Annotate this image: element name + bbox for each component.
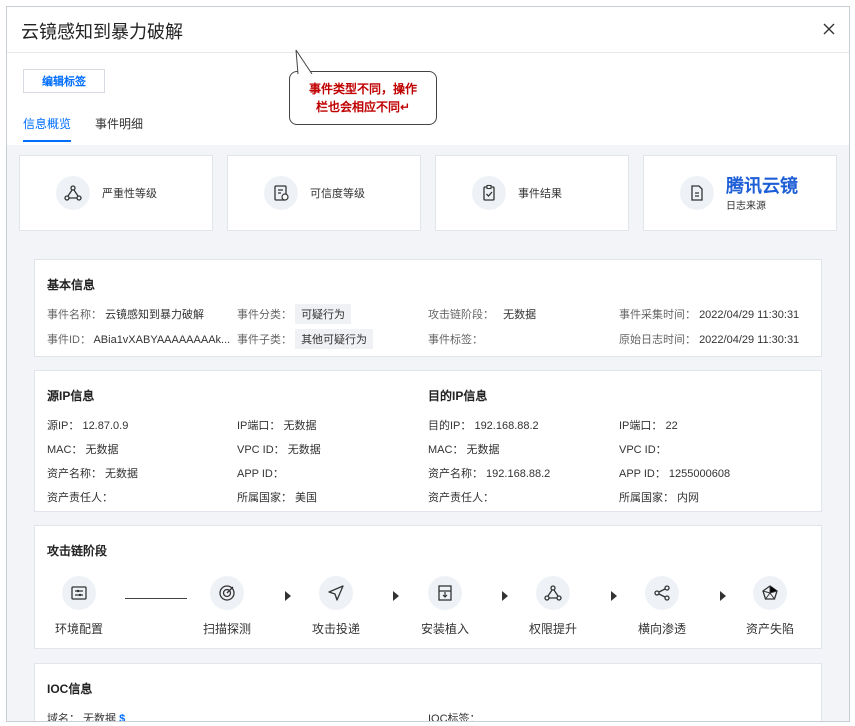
src-mac: MAC： 无数据 [47, 444, 119, 456]
severity-icon [56, 176, 90, 210]
install-icon [428, 576, 462, 610]
close-icon[interactable] [819, 19, 839, 39]
stage-label: 安装植入 [420, 622, 469, 636]
severity-label: 严重性等级 [102, 188, 157, 200]
stage-label: 资产失陷 [745, 622, 794, 636]
log-time: 原始日志时间： 2022/04/29 11:30:31 [619, 334, 800, 346]
dst-port: IP端口： 22 [619, 420, 678, 432]
tab-event-detail[interactable]: 事件明细 [95, 115, 143, 142]
share-icon [645, 576, 679, 610]
dst-vpc: VPC ID： [619, 444, 667, 456]
chain-connector [125, 598, 187, 599]
chain-arrow-icon [720, 591, 726, 601]
src-owner: 资产责任人： [47, 492, 113, 504]
src-country: 所属国家： 美国 [237, 492, 318, 504]
event-tag: 事件标签： [428, 334, 483, 346]
dollar-link-icon[interactable]: $ [119, 713, 125, 721]
dst-owner: 资产责任人： [428, 492, 494, 504]
stage-delivery: 攻击投递 [296, 576, 376, 637]
chain-arrow-icon [285, 591, 291, 601]
document-icon [680, 176, 714, 210]
dst-country: 所属国家： 内网 [619, 492, 700, 504]
stage-env-config: 环境配置 [39, 576, 119, 637]
stage-label: 环境配置 [54, 622, 103, 636]
send-icon [319, 576, 353, 610]
summary-cards: 严重性等级 可信度等级 事件结果 腾讯云镜 日志来源 [19, 155, 837, 231]
callout-line-1: 事件类型不同，操作 [308, 82, 417, 96]
chain-arrow-icon [502, 591, 508, 601]
stage-label: 攻击投递 [311, 622, 360, 636]
event-subtype: 事件子类： 其他可疑行为 [237, 329, 374, 349]
chain-arrow-icon [611, 591, 617, 601]
log-source-card: 腾讯云镜 日志来源 [643, 155, 837, 231]
ioc-domain: 域名： 无数据 $ [47, 710, 125, 721]
ioc-title: IOC信息 [47, 682, 93, 696]
log-source-label: 日志来源 [726, 200, 766, 212]
confidence-card: 可信度等级 [227, 155, 421, 231]
src-ip: 源IP： 12.87.0.9 [47, 420, 129, 432]
stage-label: 扫描探测 [202, 622, 251, 636]
dst-ip: 目的IP： 192.168.88.2 [428, 420, 539, 432]
event-id: 事件ID： ABia1vXABYAAAAAAAAk... [47, 334, 231, 346]
ip-info-panel: 源IP信息 目的IP信息 源IP： 12.87.0.9 IP端口： 无数据 目的… [34, 370, 822, 512]
event-name: 事件名称： 云镜感知到暴力破解 [47, 309, 205, 321]
edit-tag-button[interactable]: 编辑标签 [23, 69, 105, 93]
basic-info-panel: 基本信息 事件名称： 云镜感知到暴力破解 事件分类： 可疑行为 攻击链阶段： 无… [34, 259, 822, 357]
hierarchy-icon [536, 576, 570, 610]
chain-arrow-icon [393, 591, 399, 601]
stage-compromised: 资产失陷 [730, 576, 810, 637]
annotation-callout: 事件类型不同，操作 栏也会相应不同↵ [289, 49, 437, 125]
src-asset-name: 资产名称： 无数据 [47, 468, 139, 480]
ioc-info-panel: IOC信息 域名： 无数据 $ IOC标签： [34, 663, 822, 722]
document-check-icon [264, 176, 298, 210]
tab-overview[interactable]: 信息概览 [23, 115, 72, 142]
stage-install: 安装植入 [405, 576, 485, 637]
dst-app-id: APP ID： 1255000608 [619, 468, 731, 480]
stage-label: 权限提升 [528, 622, 577, 636]
target-icon [210, 576, 244, 610]
attack-chain-stage: 攻击链阶段： 无数据 [428, 309, 537, 321]
pentagon-icon [753, 576, 787, 610]
dst-ip-title: 目的IP信息 [428, 389, 488, 403]
stage-lateral: 横向渗透 [622, 576, 702, 637]
src-app-id: APP ID： [237, 468, 284, 480]
callout-line-2: 栏也会相应不同↵ [315, 100, 411, 114]
log-source-brand: 腾讯云镜 [726, 175, 798, 196]
attack-chain-panel: 攻击链阶段 环境配置 扫描探测 攻击投递 安装植入 权限提升 横向渗透 资产失陷 [34, 525, 822, 649]
result-card: 事件结果 [435, 155, 629, 231]
src-vpc: VPC ID： 无数据 [237, 444, 321, 456]
src-ip-title: 源IP信息 [47, 389, 95, 403]
ioc-tag: IOC标签： [428, 713, 481, 722]
subtype-badge: 其他可疑行为 [295, 329, 374, 349]
attack-chain-title: 攻击链阶段 [47, 544, 108, 558]
stage-scan: 扫描探测 [187, 576, 267, 637]
stage-privilege: 权限提升 [513, 576, 593, 637]
basic-info-title: 基本信息 [47, 278, 96, 292]
content-area: 严重性等级 可信度等级 事件结果 腾讯云镜 日志来源 基本信息 事件名称： 云镜… [7, 145, 849, 721]
src-port: IP端口： 无数据 [237, 420, 317, 432]
stage-label: 横向渗透 [637, 622, 686, 636]
attack-chain-flow: 环境配置 扫描探测 攻击投递 安装植入 权限提升 横向渗透 资产失陷 [35, 576, 821, 646]
result-label: 事件结果 [518, 188, 562, 200]
confidence-label: 可信度等级 [310, 188, 365, 200]
settings-panel-icon [62, 576, 96, 610]
dialog-header: 云镜感知到暴力破解 [7, 7, 849, 53]
tab-bar: 信息概览 事件明细 [23, 115, 143, 142]
category-badge: 可疑行为 [295, 304, 352, 324]
collect-time: 事件采集时间： 2022/04/29 11:30:31 [619, 309, 800, 321]
severity-card: 严重性等级 [19, 155, 213, 231]
dialog: 云镜感知到暴力破解 编辑标签 事件类型不同，操作 栏也会相应不同↵ 信息概览 事… [6, 6, 850, 722]
event-category: 事件分类： 可疑行为 [237, 304, 352, 324]
dialog-title: 云镜感知到暴力破解 [21, 22, 183, 42]
clipboard-check-icon [472, 176, 506, 210]
dst-asset-name: 资产名称： 192.168.88.2 [428, 468, 551, 480]
dst-mac: MAC： 无数据 [428, 444, 500, 456]
